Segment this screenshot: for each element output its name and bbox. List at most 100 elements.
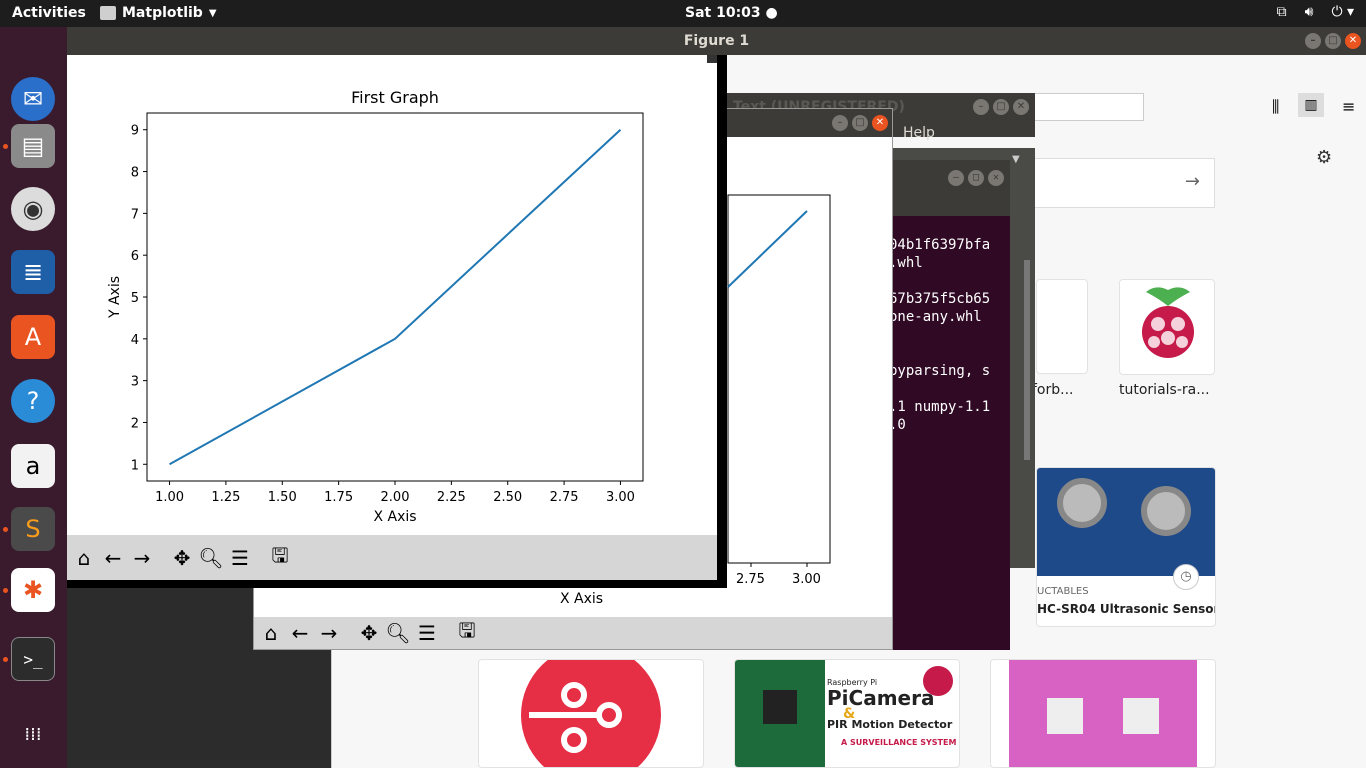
activities-button[interactable]: Activities [12,5,86,21]
tile-label: forb... [1032,382,1074,398]
pan-icon[interactable]: ✥ [356,620,382,646]
minimize-button[interactable]: – [973,99,989,115]
maximize-button[interactable]: □ [1325,33,1341,49]
picamera-board-image [735,660,825,767]
y-axis-label: Y Axis [107,276,123,319]
chevron-down-icon[interactable]: ▼ [1012,154,1020,165]
app-grid-icon[interactable]: ⁞⁞⁞ [11,712,55,756]
minimize-button[interactable]: – [1305,33,1321,49]
x-tick-label: 1.75 [324,490,353,505]
sidebar-icon[interactable]: ▥ [1298,93,1324,117]
card-title: HC-SR04 Ultrasonic Sensor Wit... [1037,602,1216,616]
x-tick-label: 3.00 [606,490,635,505]
app-menu[interactable]: Matplotlib ▼ [100,5,217,21]
network-icon[interactable]: ⧉ [1277,4,1287,20]
maximize-button[interactable]: □ [993,99,1009,115]
software-center-icon[interactable]: A [11,315,55,359]
help-menu[interactable]: Help [903,125,935,141]
picamera-line4: PIR Motion Detector [827,718,953,731]
x-tick-label: 1.50 [268,490,297,505]
terminal-scrollbar[interactable] [1024,260,1030,460]
terminal-line: 04b1f6397bfa [889,237,991,253]
series-line [169,128,622,466]
x-tick-label: 2.00 [381,490,410,505]
highlight-card[interactable]: ◷ UCTABLES HC-SR04 Ultrasonic Sensor Wit… [1036,467,1216,627]
top-site-tile[interactable] [1036,279,1088,374]
terminal-icon[interactable]: >_ [11,637,55,681]
back-arrow-icon[interactable]: ← [100,545,126,571]
y-tick-label: 8 [131,166,139,181]
y-tick-label: 6 [131,249,139,264]
window-titlebar[interactable]: Figure 1 – □ ✕ [67,27,1366,55]
close-button[interactable]: ✕ [988,170,1004,186]
zoom-icon[interactable]: 🔍︎ [385,620,411,646]
close-button[interactable]: ✕ [1013,99,1029,115]
figure-2-toolbar: ⌂ ← → ✥ 🔍︎ ☰ 🖫 [254,617,892,649]
highlight-card[interactable]: Raspberry Pi PiCamera & PIR Motion Detec… [734,659,960,768]
sublime-text-icon[interactable]: S [11,507,55,551]
back-arrow-icon[interactable]: ← [287,620,313,646]
running-indicator [3,144,8,149]
rhythmbox-icon[interactable]: ◉ [11,187,55,231]
save-icon[interactable]: 🖫 [267,543,293,571]
volume-icon[interactable]: 🔊︎ [1305,4,1314,20]
library-icon[interactable]: ⫼ [1272,97,1279,117]
terminal-window: – □ ✕ 04b1f6397bfa .whl 67b375f5cb65 one… [889,160,1030,650]
x-axis-label: X Axis [373,509,416,525]
help-icon[interactable]: ? [11,379,55,423]
zoom-icon[interactable]: 🔍︎ [198,545,224,571]
files-icon[interactable]: ▤ [11,124,55,168]
clock[interactable]: Sat 10:03 ● [685,5,778,21]
save-icon[interactable]: 🖫 [454,618,480,646]
maximize-button[interactable]: □ [968,170,984,186]
dock: ✉ ▤ ◉ ≣ A ? a S ✱ >_ ⁞⁞⁞ [0,27,67,768]
power-icon[interactable]: ⏻ ▾ [1331,4,1354,20]
chevron-down-icon: ▼ [208,7,217,19]
highlight-card[interactable] [478,659,704,768]
writer-icon[interactable]: ≣ [11,250,55,294]
picamera-line5: A SURVEILLANCE SYSTEM [841,738,957,747]
running-indicator [3,588,8,593]
minimize-button[interactable]: – [948,170,964,186]
close-button[interactable]: ✕ [872,115,888,131]
minimize-button[interactable]: – [832,115,848,131]
maximize-button[interactable]: □ [852,115,868,131]
forward-arrow-icon[interactable]: → [129,545,155,571]
configure-icon[interactable]: ☰ [227,545,253,571]
y-tick-label: 7 [131,207,139,222]
figure-1-window: 1.00 1.25 1.50 1.75 2.00 2.25 2.50 2.75 3.00 1 2 3 4… [67,55,727,588]
plot-frame [146,112,644,482]
thunderbird-icon[interactable]: ✉ [11,77,55,121]
highlight-card[interactable] [990,659,1216,768]
clock-label: Sat 10:03 [685,5,761,21]
x-tick-label: 1.25 [211,490,240,505]
y-tick-label: 2 [131,416,139,431]
home-icon[interactable]: ⌂ [71,545,97,571]
pan-icon[interactable]: ✥ [169,545,195,571]
system-tray[interactable]: ⧉ 🔊︎ ⏻ ▾ [1277,4,1354,20]
terminal-titlebar[interactable]: – □ ✕ [890,160,1010,216]
home-icon[interactable]: ⌂ [258,620,284,646]
close-button[interactable]: ✕ [1345,33,1361,49]
y-tick-label: 3 [131,375,139,390]
tick-label: 3.00 [792,572,821,587]
amazon-icon[interactable]: a [11,444,55,488]
terminal-line: pyparsing, s [889,363,991,379]
menu-icon[interactable]: ≡ [1342,97,1355,116]
arrow-right-icon[interactable]: → [1185,171,1200,192]
x-tick-label: 2.50 [493,490,522,505]
forward-arrow-icon[interactable]: → [316,620,342,646]
top-site-tile[interactable] [1119,279,1215,375]
search-box[interactable]: → [1032,158,1215,208]
configure-icon[interactable]: ☰ [414,620,440,646]
pink-app-image [1009,660,1197,767]
terminal-line: .1 numpy-1.1 [889,399,991,415]
circuit-logo-icon [521,660,661,767]
running-indicator [3,527,8,532]
matplotlib-app-icon [100,6,116,20]
gear-icon[interactable]: ⚙ [1316,147,1332,168]
python-figure-icon[interactable]: ✱ [11,568,55,612]
chart-title: First Graph [351,88,439,107]
address-bar[interactable] [1032,93,1144,121]
terminal-line: 67b375f5cb65 [889,291,991,307]
